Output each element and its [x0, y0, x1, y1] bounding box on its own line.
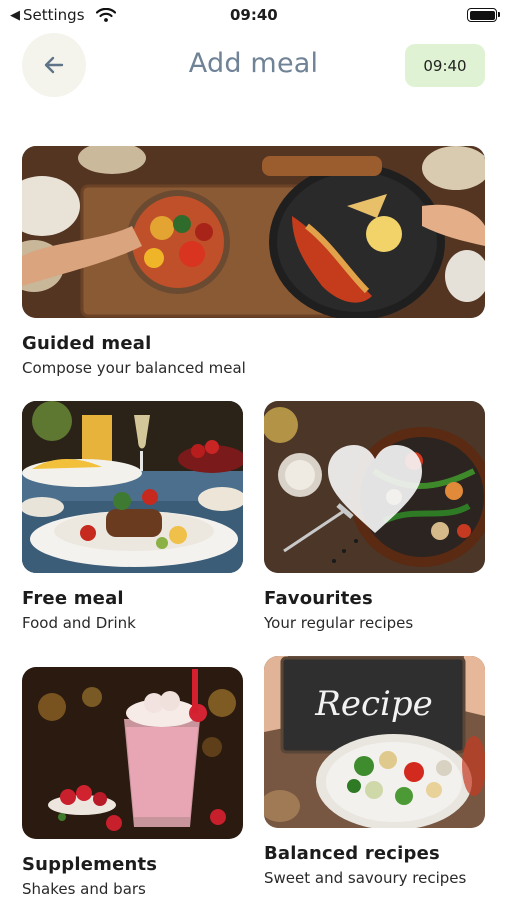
card-subtitle: Your regular recipes	[264, 614, 414, 632]
wifi-icon	[96, 8, 116, 22]
time-badge[interactable]: 09:40	[405, 44, 485, 87]
free-meal-card[interactable]: Free meal Food and Drink	[22, 401, 243, 637]
guided-meal-card[interactable]: Guided meal Compose your balanced meal	[22, 146, 485, 386]
guided-meal-image	[22, 146, 485, 318]
card-subtitle: Sweet and savoury recipes	[264, 869, 467, 887]
status-back-label: Settings	[23, 6, 85, 24]
free-meal-image	[22, 401, 243, 573]
status-time: 09:40	[230, 6, 278, 24]
card-subtitle: Food and Drink	[22, 614, 136, 632]
status-back-link[interactable]: ◀ Settings	[10, 6, 85, 24]
supplements-image	[22, 667, 243, 839]
battery-icon	[467, 8, 500, 22]
supplements-card[interactable]: Supplements Shakes and bars	[22, 667, 243, 900]
card-title: Guided meal	[22, 333, 152, 354]
card-title: Free meal	[22, 588, 124, 609]
card-subtitle: Compose your balanced meal	[22, 359, 246, 377]
recipe-board-text: Recipe	[315, 684, 433, 724]
card-subtitle: Shakes and bars	[22, 880, 146, 898]
status-bar: ◀ Settings 09:40	[0, 0, 507, 30]
card-title: Balanced recipes	[264, 843, 440, 864]
balanced-recipes-card[interactable]: Recipe Balanced recipes Sweet and savour…	[264, 656, 485, 900]
chevron-left-icon: ◀	[10, 7, 20, 23]
heart-icon	[328, 445, 422, 533]
card-title: Favourites	[264, 588, 373, 609]
balanced-recipes-image: Recipe	[264, 656, 485, 828]
favourites-card[interactable]: Favourites Your regular recipes	[264, 401, 485, 637]
card-title: Supplements	[22, 854, 158, 875]
